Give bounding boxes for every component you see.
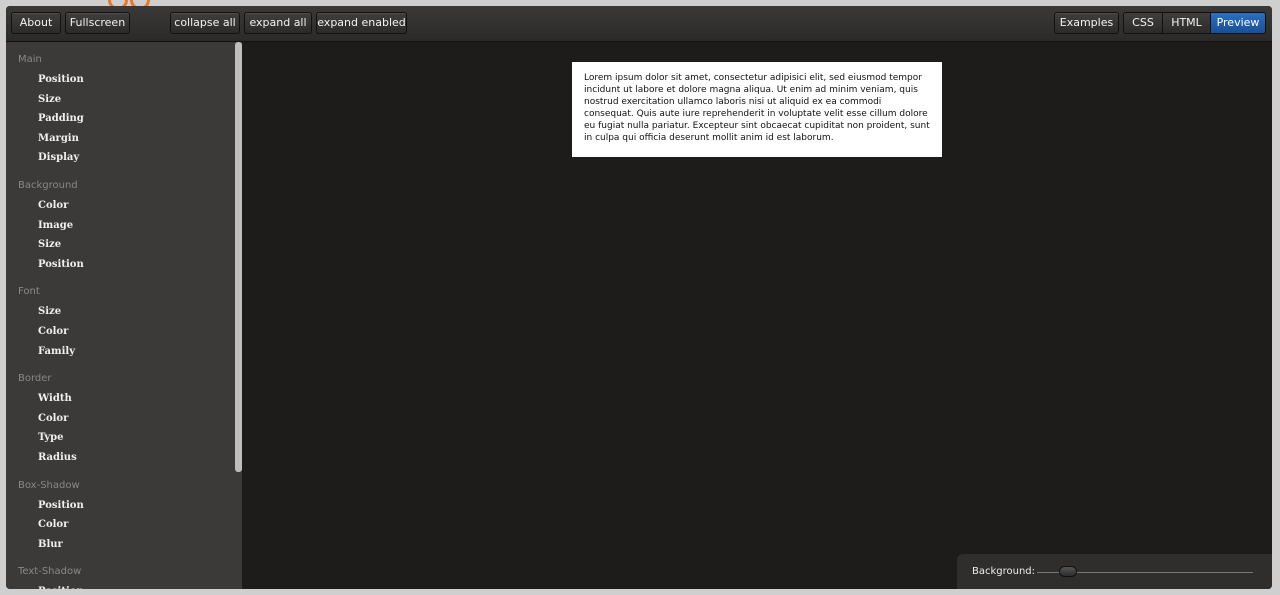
sidebar-item-size[interactable]: Size bbox=[6, 235, 242, 255]
sidebar-item-padding[interactable]: Padding bbox=[6, 109, 242, 129]
about-button[interactable]: About bbox=[11, 12, 61, 34]
sidebar-group-title[interactable]: Background bbox=[6, 176, 242, 196]
property-list: Main Position Size Padding Margin Display Back… bbox=[6, 50, 242, 589]
sidebar-item-size[interactable]: Size bbox=[6, 90, 242, 110]
sidebar-group-background: Background Color Image Size Position bbox=[6, 176, 242, 274]
expand-enabled-button[interactable]: expand enabled bbox=[316, 12, 407, 34]
sidebar-item-type[interactable]: Type bbox=[6, 428, 242, 448]
sidebar-item-position[interactable]: Position bbox=[6, 255, 242, 275]
sidebar-item-size[interactable]: Size bbox=[6, 302, 242, 322]
sidebar-item-color[interactable]: Color bbox=[6, 515, 242, 535]
property-sidebar: Main Position Size Padding Margin Display Back… bbox=[6, 42, 242, 589]
sidebar-group-text-shadow: Text-ShadowPosition bbox=[6, 562, 242, 589]
examples-button[interactable]: Examples bbox=[1054, 12, 1119, 34]
background-control-panel: Background: bbox=[957, 554, 1272, 589]
sidebar-group-font: Font Size Color Family bbox=[6, 282, 242, 361]
sidebar-item-radius[interactable]: Radius bbox=[6, 448, 242, 468]
sidebar-item-color[interactable]: Color bbox=[6, 322, 242, 342]
sidebar-item-family[interactable]: Family bbox=[6, 342, 242, 362]
expand-all-button[interactable]: expand all bbox=[244, 12, 312, 34]
sidebar-item-display[interactable]: Display bbox=[6, 148, 242, 168]
sidebar-item-position[interactable]: Position bbox=[6, 582, 242, 589]
sidebar-item-margin[interactable]: Margin bbox=[6, 129, 242, 149]
sidebar-item-color[interactable]: Color bbox=[6, 409, 242, 429]
background-slider-knob[interactable] bbox=[1058, 566, 1077, 577]
sidebar-item-position[interactable]: Position bbox=[6, 496, 242, 516]
sidebar-item-position[interactable]: Position bbox=[6, 70, 242, 90]
sidebar-group-title[interactable]: Text-Shadow bbox=[6, 562, 242, 582]
fullscreen-button[interactable]: Fullscreen bbox=[65, 12, 130, 34]
sidebar-group-title[interactable]: Main bbox=[6, 50, 242, 70]
sidebar-item-width[interactable]: Width bbox=[6, 389, 242, 409]
sidebar-group-box-shadow: Box-Shadow Position Color Blur bbox=[6, 476, 242, 555]
tab-css[interactable]: CSS bbox=[1123, 12, 1163, 34]
sidebar-scrollbar[interactable] bbox=[235, 42, 242, 472]
logo-fragment bbox=[108, 0, 156, 10]
sidebar-group-title[interactable]: Border bbox=[6, 369, 242, 389]
background-label: Background: bbox=[972, 566, 1036, 577]
sidebar-group-main: Main Position Size Padding Margin Display bbox=[6, 50, 242, 168]
preview-text: Lorem ipsum dolor sit amet, consectetur … bbox=[584, 73, 930, 143]
sidebar-item-blur[interactable]: Blur bbox=[6, 535, 242, 555]
toolbar: About Fullscreen collapse all expand all… bbox=[6, 6, 1272, 42]
tab-html[interactable]: HTML bbox=[1163, 12, 1211, 34]
tab-preview[interactable]: Preview bbox=[1211, 12, 1266, 34]
sidebar-item-color[interactable]: Color bbox=[6, 196, 242, 216]
collapse-all-button[interactable]: collapse all bbox=[170, 12, 240, 34]
editor-window: About Fullscreen collapse all expand all… bbox=[6, 6, 1272, 589]
view-switcher: CSS HTML Preview bbox=[1123, 12, 1266, 34]
sidebar-group-title[interactable]: Font bbox=[6, 282, 242, 302]
preview-box: Lorem ipsum dolor sit amet, consectetur … bbox=[572, 62, 942, 157]
sidebar-group-border: Border Width Color Type Radius bbox=[6, 369, 242, 467]
sidebar-item-image[interactable]: Image bbox=[6, 216, 242, 236]
sidebar-group-title[interactable]: Box-Shadow bbox=[6, 476, 242, 496]
